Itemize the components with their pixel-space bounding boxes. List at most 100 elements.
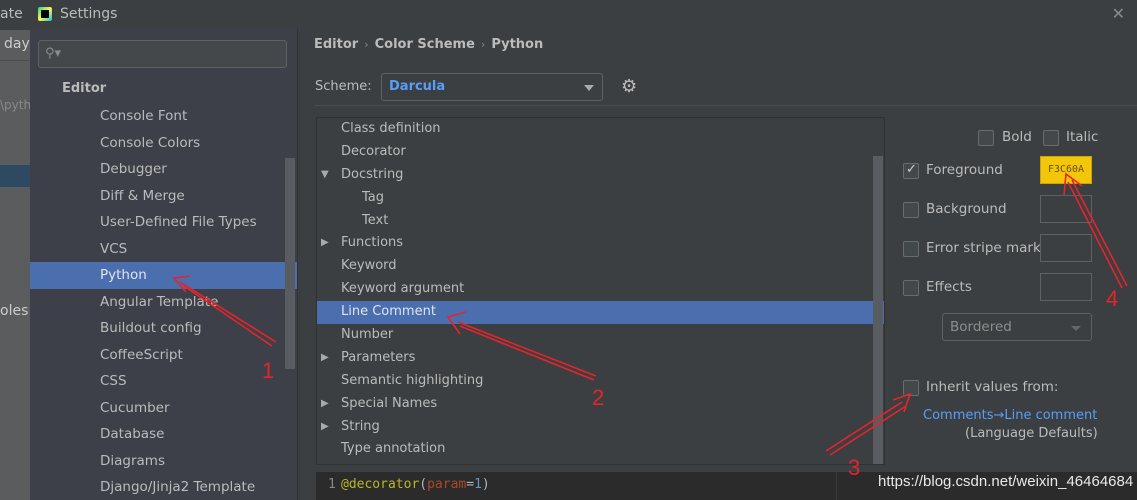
- breadcrumb-color-scheme: Color Scheme: [374, 37, 475, 52]
- attr-item-label: String: [341, 418, 380, 434]
- sidebar-scrollbar[interactable]: [285, 158, 295, 369]
- background-color-swatch[interactable]: [1040, 195, 1092, 223]
- attribute-tree-scrollbar[interactable]: [873, 156, 883, 464]
- attr-item-label: Docstring: [341, 166, 404, 182]
- effect-type-dropdown[interactable]: Bordered: [942, 313, 1092, 341]
- attr-item-docstring-tag[interactable]: Tag: [317, 187, 884, 210]
- effects-label: Effects: [926, 279, 972, 295]
- annotation-label-4: 4: [1106, 286, 1119, 311]
- chevron-down-icon: [1071, 326, 1081, 331]
- attr-item-docstring[interactable]: ▼ Docstring: [317, 164, 884, 187]
- error-stripe-color-swatch[interactable]: [1040, 234, 1092, 262]
- bold-label: Bold: [1002, 129, 1032, 145]
- background-ide-window: ate day \pyth oles: [0, 0, 30, 500]
- chevron-down-icon: [584, 85, 594, 91]
- sidebar-item-console-font[interactable]: Console Font: [30, 103, 297, 130]
- collapsed-triangle-icon[interactable]: ▶: [321, 347, 329, 370]
- sidebar-item-diff-merge[interactable]: Diff & Merge: [30, 183, 297, 210]
- foreground-color-swatch[interactable]: F3C60A: [1040, 156, 1092, 184]
- effects-color-swatch[interactable]: [1040, 273, 1092, 301]
- attr-item-class-definition[interactable]: Class definition: [317, 118, 884, 141]
- attribute-tree: Class definition Decorator ▼ Docstring Ta…: [316, 117, 885, 465]
- attr-item-functions[interactable]: ▶ Functions: [317, 232, 884, 255]
- sidebar-item-console-colors[interactable]: Console Colors: [30, 130, 297, 157]
- annotation-arrow-4: [1063, 172, 1128, 289]
- effect-type-value: Bordered: [950, 319, 1012, 335]
- collapsed-triangle-icon[interactable]: ▶: [321, 393, 329, 416]
- gear-icon[interactable]: ⚙: [621, 76, 637, 97]
- preview-right-margin: [836, 472, 837, 500]
- sidebar-item-buildout-config[interactable]: Buildout config: [30, 315, 297, 342]
- attr-item-line-comment[interactable]: Line Comment: [317, 301, 884, 325]
- background-label-text: oles: [0, 303, 29, 319]
- sidebar-item-diagrams[interactable]: Diagrams: [30, 448, 297, 475]
- settings-search-input[interactable]: [65, 44, 280, 64]
- collapsed-triangle-icon[interactable]: ▶: [321, 416, 329, 439]
- preview-decorator: @decorator: [341, 477, 420, 492]
- sidebar-item-python[interactable]: Python: [30, 262, 297, 289]
- preview-paren-open: (: [419, 477, 428, 492]
- attr-item-label: Functions: [341, 235, 404, 251]
- scheme-value: Darcula: [389, 79, 446, 94]
- scheme-dropdown[interactable]: Darcula: [381, 73, 603, 101]
- collapsed-triangle-icon[interactable]: ▶: [321, 232, 329, 255]
- sidebar-item-angular-template[interactable]: Angular Template: [30, 289, 297, 316]
- background-checkbox[interactable]: [903, 202, 919, 218]
- background-label: Background: [926, 201, 1007, 217]
- attr-item-keyword-argument[interactable]: Keyword argument: [317, 278, 884, 301]
- inherit-checkbox[interactable]: [903, 380, 919, 396]
- breadcrumb-python: Python: [491, 37, 544, 52]
- sidebar-item-debugger[interactable]: Debugger: [30, 156, 297, 183]
- background-divider: [0, 60, 30, 61]
- annotation-label-1: 1: [262, 358, 275, 383]
- inherit-source-note: (Language Defaults): [965, 426, 1098, 441]
- sidebar-item-user-defined-file-types[interactable]: User-Defined File Types: [30, 209, 297, 236]
- sidebar-item-css[interactable]: CSS: [30, 368, 297, 395]
- foreground-checkbox[interactable]: [903, 162, 919, 179]
- attr-item-type-annotation[interactable]: Type annotation: [317, 438, 884, 461]
- dialog-titlebar: Settings ✕: [30, 0, 1137, 29]
- attr-item-label: Class definition: [341, 121, 441, 136]
- attr-item-label: Keyword: [341, 258, 397, 274]
- settings-sidebar: ⚲▾ Editor Console Font Console Colors De…: [30, 29, 297, 500]
- expanded-triangle-icon[interactable]: ▼: [321, 164, 329, 187]
- bold-checkbox[interactable]: [978, 130, 994, 146]
- sidebar-tree: Console Font Console Colors Debugger Dif…: [30, 103, 297, 500]
- attr-item-parameters[interactable]: ▶ Parameters: [317, 347, 884, 370]
- italic-checkbox[interactable]: [1043, 130, 1059, 146]
- breadcrumb: Editor › Color Scheme › Python: [314, 37, 543, 52]
- panel-divider[interactable]: [297, 29, 298, 500]
- sidebar-item-coffeescript[interactable]: CoffeeScript: [30, 342, 297, 369]
- breadcrumb-editor: Editor: [314, 37, 359, 52]
- inherit-label: Inherit values from:: [926, 379, 1059, 395]
- attr-item-number[interactable]: Number: [317, 324, 884, 347]
- sidebar-section-editor[interactable]: Editor: [62, 81, 106, 96]
- error-stripe-checkbox[interactable]: [903, 241, 919, 257]
- italic-label: Italic: [1066, 129, 1099, 145]
- close-icon[interactable]: ✕: [1112, 4, 1125, 23]
- attr-item-label: Number: [341, 327, 394, 343]
- preview-param: param: [427, 477, 467, 492]
- pycharm-logo-icon: [38, 7, 52, 21]
- search-icon: ⚲▾: [45, 46, 62, 61]
- attr-item-label: Text: [362, 212, 389, 228]
- sidebar-item-database[interactable]: Database: [30, 421, 297, 448]
- attr-item-docstring-text[interactable]: Text: [317, 210, 884, 233]
- sidebar-item-cucumber[interactable]: Cucumber: [30, 395, 297, 422]
- attr-item-keyword[interactable]: Keyword: [317, 255, 884, 278]
- attr-item-label: Tag: [362, 189, 385, 205]
- sidebar-item-vcs[interactable]: VCS: [30, 236, 297, 263]
- effects-checkbox[interactable]: [903, 280, 919, 296]
- annotation-label-2: 2: [592, 385, 605, 410]
- sidebar-item-django-jinja2-template[interactable]: Django/Jinja2 Template: [30, 474, 297, 500]
- preview-paren-close: ): [481, 477, 490, 492]
- attr-item-label: Keyword argument: [341, 281, 465, 297]
- background-path-text: \pyth: [0, 98, 30, 112]
- attr-item-decorator[interactable]: Decorator: [317, 141, 884, 164]
- attr-item-string[interactable]: ▶ String: [317, 416, 884, 439]
- scheme-label: Scheme:: [315, 79, 372, 94]
- background-selection: [0, 165, 30, 187]
- settings-search-box[interactable]: ⚲▾: [38, 40, 287, 68]
- inherit-source-link[interactable]: Comments→Line comment: [923, 408, 1097, 423]
- attr-item-label: Type annotation: [341, 441, 446, 457]
